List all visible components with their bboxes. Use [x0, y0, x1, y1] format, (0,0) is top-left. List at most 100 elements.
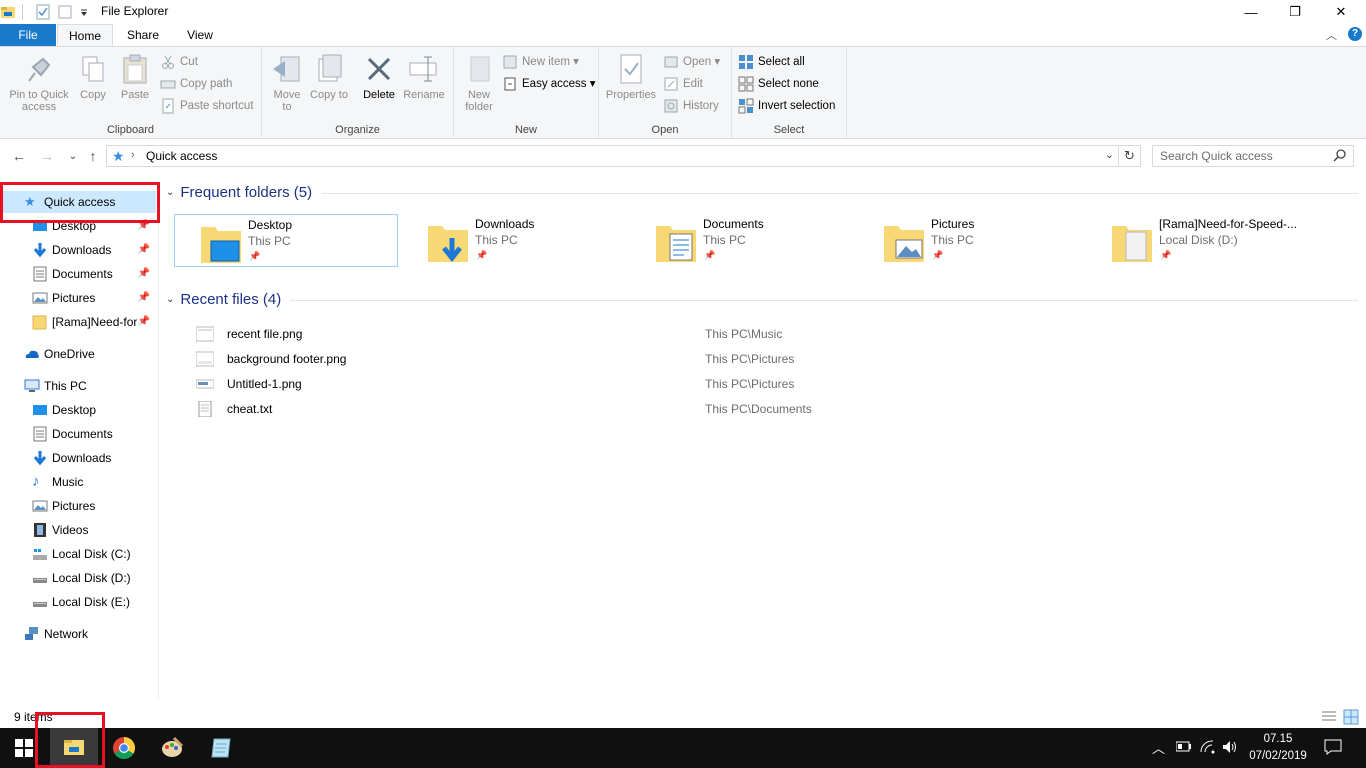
- wifi-icon[interactable]: [1200, 740, 1216, 757]
- pictures-icon: [32, 290, 48, 306]
- help-icon[interactable]: ?: [1348, 27, 1362, 41]
- nav-pc-documents[interactable]: Documents: [32, 423, 113, 445]
- properties-button[interactable]: Properties: [603, 53, 659, 101]
- folder-tile-rama-need-for-speed[interactable]: [Rama]Need-for-Speed-... Local Disk (D:)…: [1086, 214, 1310, 267]
- search-box[interactable]: [1152, 145, 1354, 167]
- divider: [22, 4, 23, 20]
- edit-button[interactable]: Edit: [663, 74, 703, 94]
- close-button[interactable]: ✕: [1318, 0, 1364, 24]
- nav-pc-local-disk-c[interactable]: Local Disk (C:): [32, 543, 131, 565]
- clock[interactable]: 07.15 07/02/2019: [1248, 731, 1308, 765]
- breadcrumb-separator-icon[interactable]: ›: [131, 149, 135, 161]
- nav-pinned-documents[interactable]: Documents 📌: [32, 263, 156, 285]
- recent-locations-button[interactable]: ⌄: [64, 147, 82, 165]
- tab-file[interactable]: File: [0, 24, 56, 46]
- nav-onedrive[interactable]: OneDrive: [24, 343, 95, 365]
- nav-pinned-downloads[interactable]: Downloads 📌: [32, 239, 156, 261]
- nav-pc-local-disk-e[interactable]: Local Disk (E:): [32, 591, 130, 613]
- search-input[interactable]: [1160, 146, 1330, 166]
- action-center-icon[interactable]: [1324, 739, 1342, 758]
- recent-file-row[interactable]: background footer.png This PC\Pictures: [194, 348, 894, 370]
- address-bar[interactable]: ★ › Quick access ⌄: [106, 145, 1119, 167]
- cut-button[interactable]: Cut: [160, 52, 198, 72]
- battery-icon[interactable]: [1175, 741, 1192, 756]
- collapse-ribbon-icon[interactable]: ︿: [1326, 27, 1337, 43]
- frequent-folders-header[interactable]: ⌄ Frequent folders (5): [166, 184, 312, 201]
- png-file-icon: [196, 379, 214, 389]
- copy-path-button[interactable]: Copy path: [160, 74, 232, 94]
- search-icon: [1333, 148, 1347, 165]
- open-icon: [663, 54, 679, 70]
- move-to-button[interactable]: Move to: [268, 53, 306, 113]
- onedrive-cloud-icon: [24, 346, 40, 362]
- copy-to-button[interactable]: Copy to: [310, 53, 348, 101]
- invert-selection-button[interactable]: Invert selection: [738, 96, 835, 116]
- history-button[interactable]: History: [663, 96, 719, 116]
- pin-to-quick-access-button[interactable]: Pin to Quick access: [4, 53, 74, 113]
- recent-files-header[interactable]: ⌄ Recent files (4): [166, 291, 281, 308]
- pane-divider[interactable]: [158, 180, 159, 700]
- select-all-button[interactable]: Select all: [738, 52, 805, 72]
- nav-this-pc[interactable]: This PC: [24, 375, 87, 397]
- select-none-button[interactable]: Select none: [738, 74, 819, 94]
- forward-button[interactable]: →: [38, 147, 56, 165]
- tab-view[interactable]: View: [172, 24, 228, 46]
- copy-button[interactable]: Copy: [74, 53, 112, 101]
- paste-button[interactable]: Paste: [116, 53, 154, 101]
- invert-selection-icon: [738, 98, 754, 114]
- nav-pc-downloads[interactable]: Downloads: [32, 447, 111, 469]
- tab-share[interactable]: Share: [114, 24, 172, 46]
- nav-pc-pictures[interactable]: Pictures: [32, 495, 95, 517]
- breadcrumb-quick-access[interactable]: Quick access: [146, 149, 217, 163]
- taskbar: ︿ 07.15 07/02/2019: [0, 728, 1366, 768]
- nav-pc-desktop[interactable]: Desktop: [32, 399, 96, 421]
- computer-icon: [24, 378, 40, 394]
- recent-file-row[interactable]: Untitled-1.png This PC\Pictures: [194, 373, 894, 395]
- nav-pc-videos[interactable]: Videos: [32, 519, 88, 541]
- up-button[interactable]: ↑: [84, 147, 102, 165]
- details-view-icon[interactable]: [1321, 710, 1337, 727]
- nav-pinned-pictures[interactable]: Pictures 📌: [32, 287, 156, 309]
- new-item-button[interactable]: New item ▾: [502, 52, 579, 72]
- rename-button[interactable]: Rename: [402, 53, 446, 101]
- taskbar-notes-app[interactable]: [198, 728, 246, 768]
- volume-icon[interactable]: [1222, 740, 1238, 757]
- taskbar-paint[interactable]: [148, 728, 196, 768]
- file-explorer-icon[interactable]: [0, 4, 16, 20]
- maximize-button[interactable]: ❐: [1272, 0, 1318, 24]
- nav-pc-music[interactable]: ♪ Music: [32, 471, 83, 493]
- refresh-button[interactable]: ↻: [1119, 145, 1141, 167]
- properties-icon[interactable]: [35, 4, 51, 20]
- folder-tile-desktop[interactable]: Desktop This PC 📌: [174, 214, 398, 267]
- nav-pc-local-disk-d[interactable]: Local Disk (D:): [32, 567, 131, 589]
- notepad-icon: [211, 738, 231, 758]
- show-hidden-icons-icon[interactable]: ︿: [1152, 738, 1165, 757]
- taskbar-chrome[interactable]: [100, 728, 148, 768]
- nav-pinned-rama-folder[interactable]: [Rama]Need-for 📌: [32, 311, 156, 333]
- customize-qat-icon[interactable]: [79, 4, 89, 20]
- easy-access-icon: [502, 76, 518, 92]
- pin-icon: 📌: [137, 292, 150, 303]
- open-button[interactable]: Open ▾: [663, 52, 720, 72]
- folder-tile-documents[interactable]: Documents This PC 📌: [630, 214, 854, 267]
- new-folder-icon[interactable]: [57, 4, 73, 20]
- open-group-label: Open: [651, 124, 679, 136]
- paste-shortcut-button[interactable]: Paste shortcut: [160, 96, 254, 116]
- tab-home[interactable]: Home: [57, 24, 113, 46]
- address-dropdown-icon[interactable]: ⌄: [1105, 148, 1114, 161]
- large-icons-view-icon[interactable]: [1343, 709, 1359, 728]
- folder-tile-downloads[interactable]: Downloads This PC 📌: [402, 214, 626, 267]
- minimize-button[interactable]: —: [1228, 0, 1274, 24]
- nav-network[interactable]: Network: [24, 623, 88, 645]
- easy-access-button[interactable]: Easy access ▾: [502, 74, 596, 94]
- new-folder-button[interactable]: New folder: [460, 53, 498, 113]
- recent-file-row[interactable]: cheat.txt This PC\Documents: [194, 398, 894, 420]
- back-button[interactable]: ←: [10, 147, 28, 165]
- open-group: Properties Open ▾ Edit History Open: [599, 47, 732, 139]
- status-bar: 9 items: [0, 706, 1366, 728]
- highlight-box-quick-access: [0, 182, 160, 223]
- delete-button[interactable]: Delete: [358, 53, 400, 101]
- recent-file-row[interactable]: recent file.png This PC\Music: [194, 323, 894, 345]
- folder-tile-pictures[interactable]: Pictures This PC 📌: [858, 214, 1082, 267]
- download-arrow-icon: [32, 242, 48, 258]
